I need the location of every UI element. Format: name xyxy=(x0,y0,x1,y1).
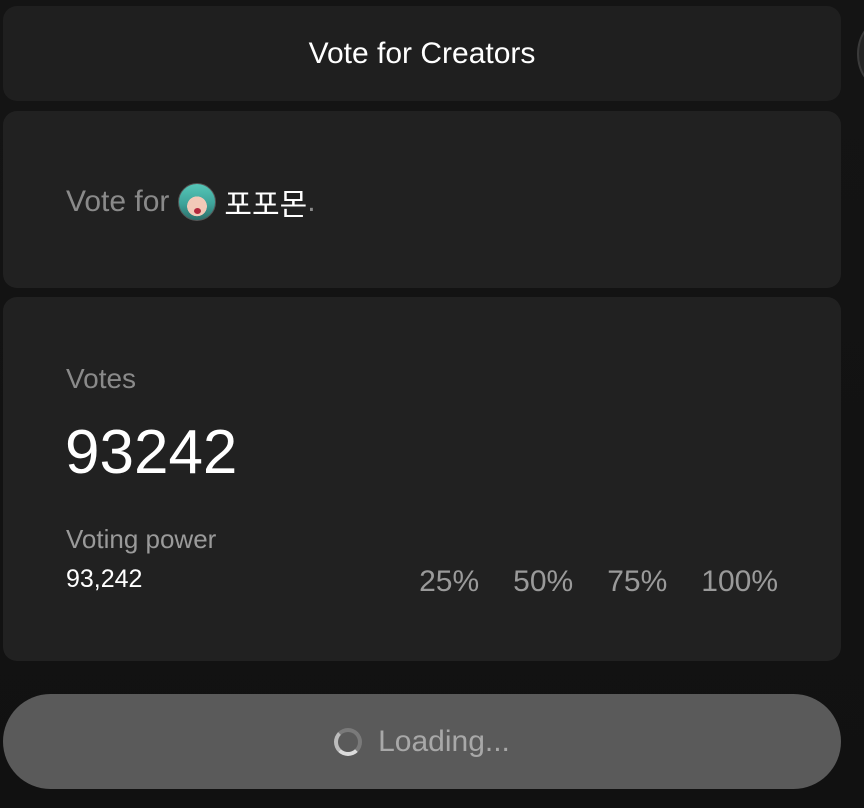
side-avatar-edge[interactable] xyxy=(857,22,864,86)
percent-75-button[interactable]: 75% xyxy=(607,565,667,599)
page-title: Vote for Creators xyxy=(308,36,536,70)
voting-power-label: Voting power xyxy=(66,524,217,554)
percent-options: 25% 50% 75% 100% xyxy=(419,565,778,599)
percent-25-button[interactable]: 25% xyxy=(419,565,479,599)
vote-submit-button[interactable]: Loading... xyxy=(3,694,841,789)
vote-target-card: Vote for 포포몬 . xyxy=(3,111,841,288)
percent-50-button[interactable]: 50% xyxy=(513,565,573,599)
voting-power-value: 93,242 xyxy=(66,565,143,593)
vote-target-prefix: Vote for xyxy=(66,185,170,218)
votes-input[interactable]: 93242 xyxy=(65,417,237,488)
creator-avatar xyxy=(178,183,217,221)
loading-spinner-icon xyxy=(334,727,363,756)
submit-button-label: Loading... xyxy=(378,724,510,758)
vote-page: Vote for Creators Vote for 포포몬 . Votes 9… xyxy=(0,0,864,808)
votes-card: Votes 93242 Voting power 93,242 25% 50% … xyxy=(3,297,841,661)
percent-100-button[interactable]: 100% xyxy=(701,565,778,599)
vote-target-line: Vote for 포포몬 . xyxy=(66,180,316,224)
header-card: Vote for Creators xyxy=(3,6,841,101)
vote-target-suffix: . xyxy=(307,185,316,218)
votes-label: Votes xyxy=(66,363,137,394)
creator-name: 포포몬 xyxy=(224,189,308,222)
